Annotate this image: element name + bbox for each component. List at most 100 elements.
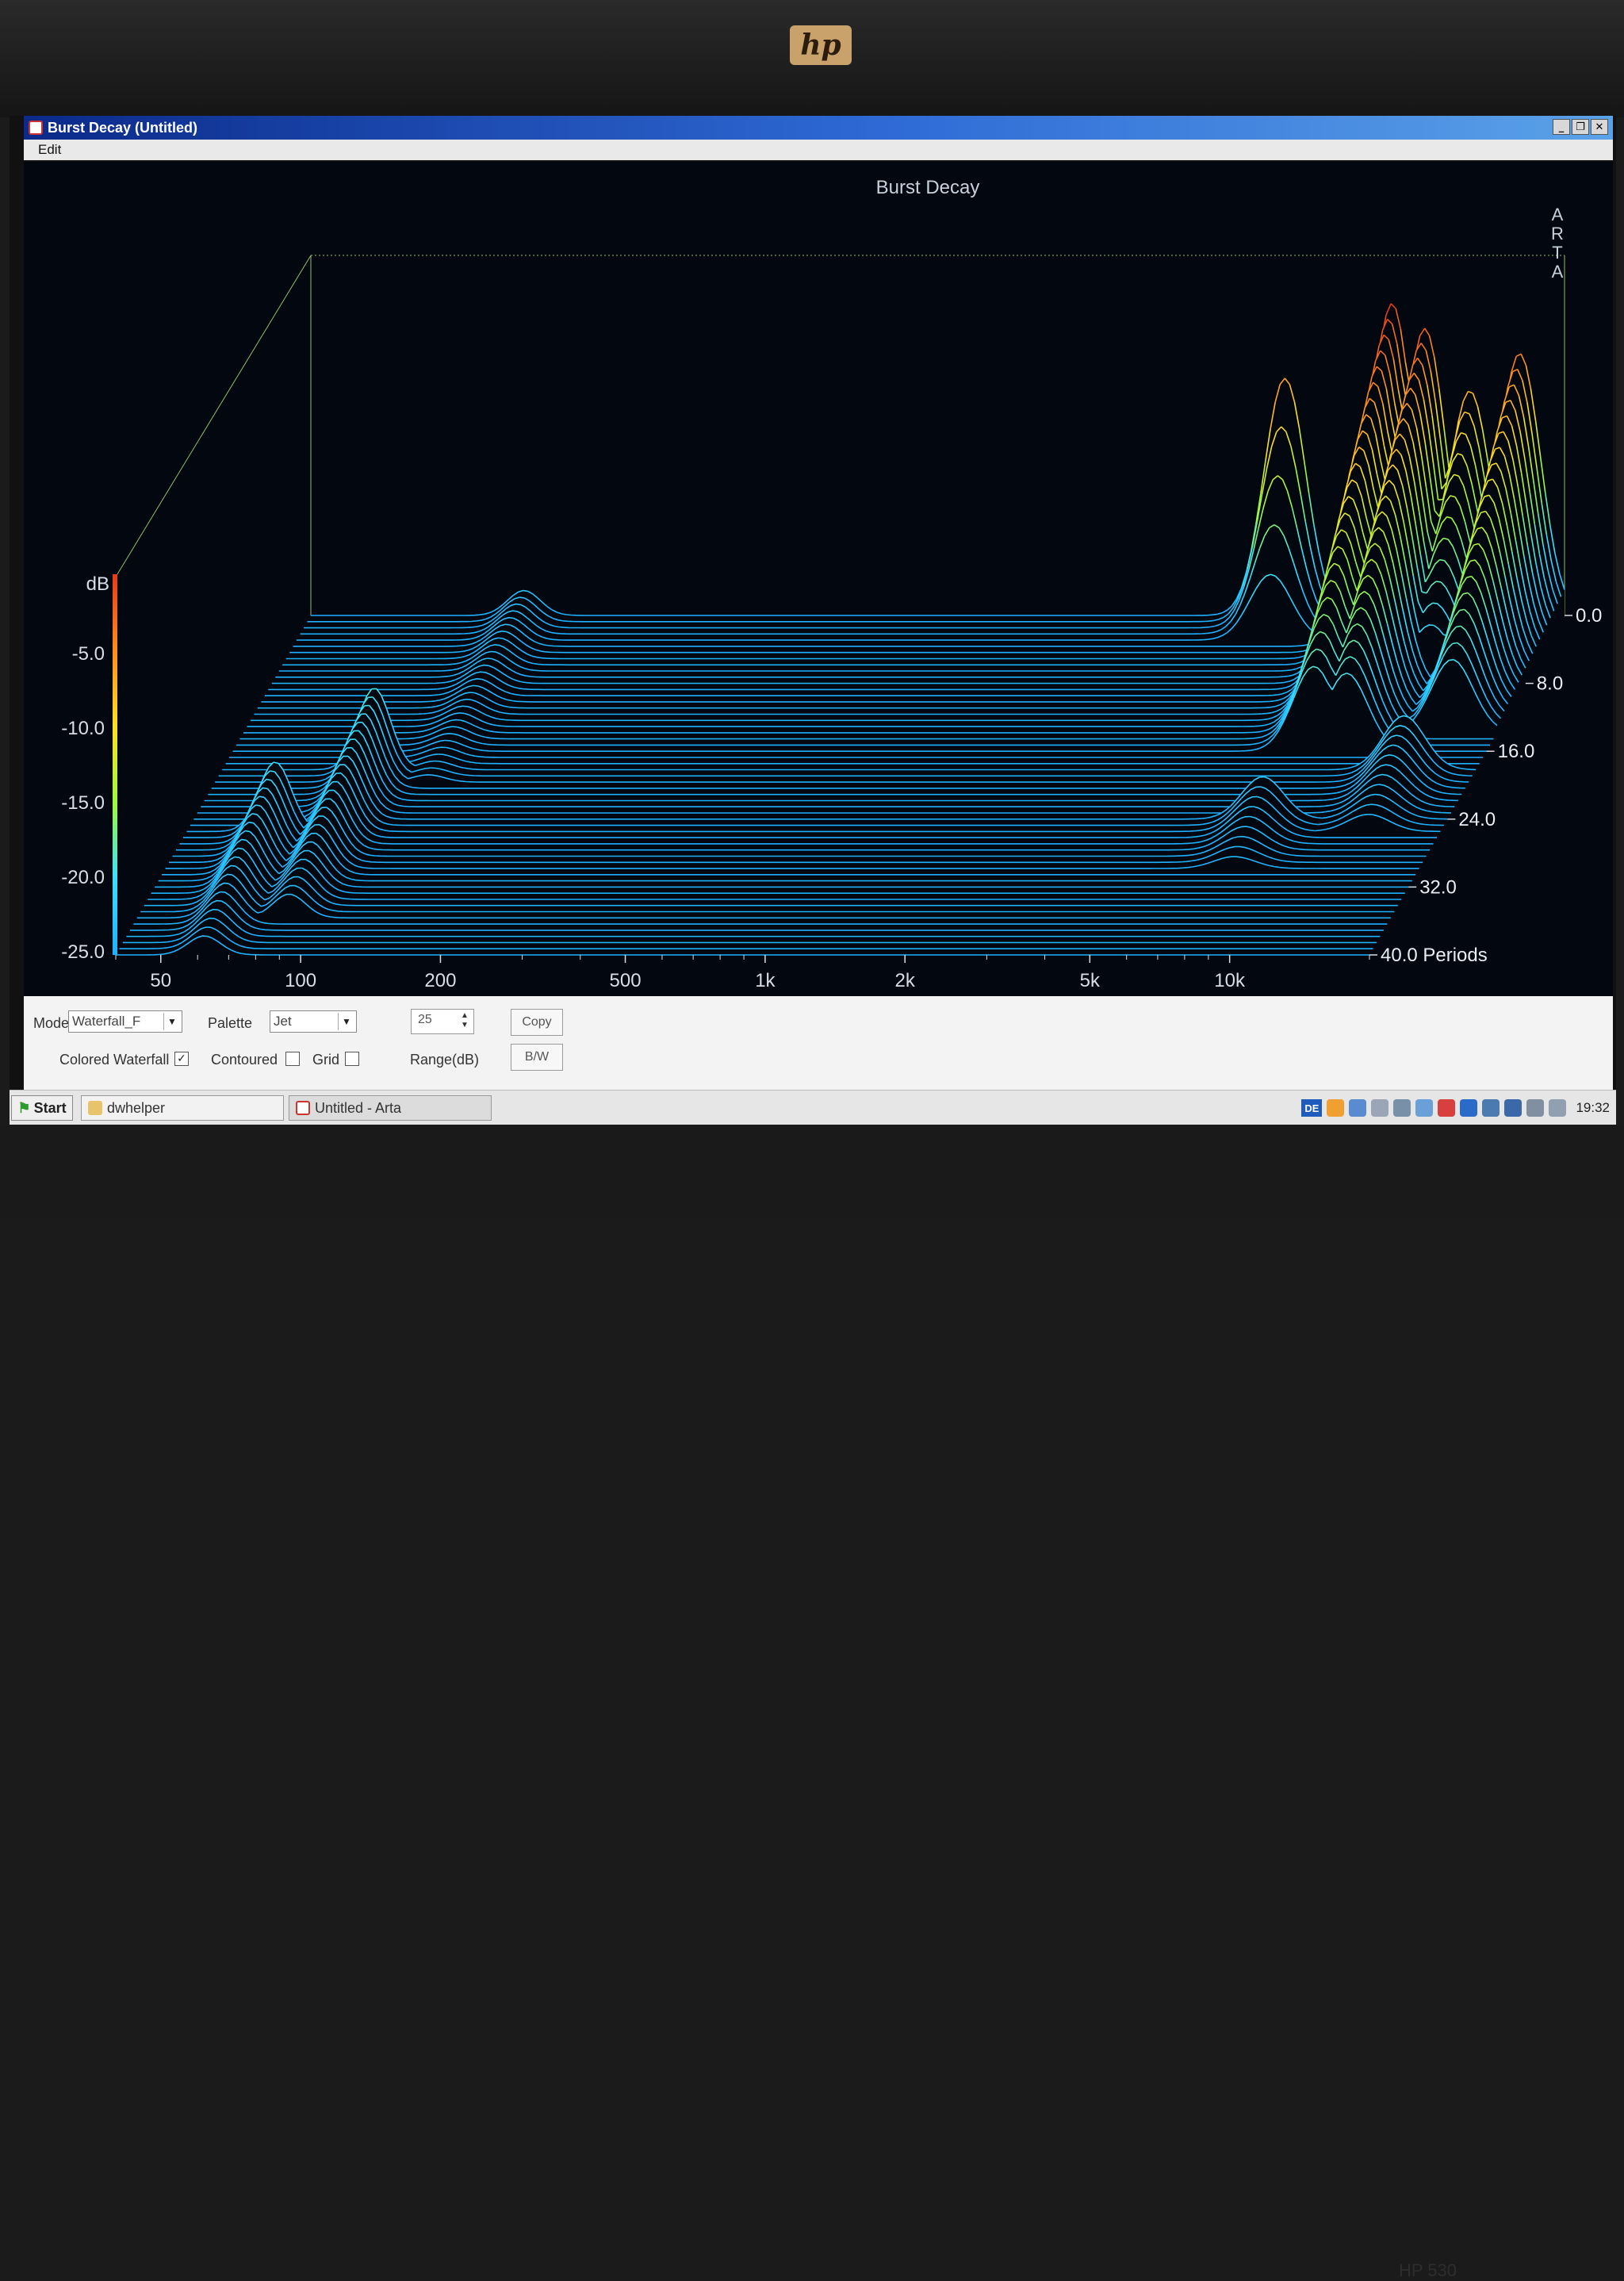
waterfall-slice-line — [377, 843, 1193, 844]
db-color-bar — [113, 574, 117, 955]
waterfall-slice-line — [308, 621, 477, 622]
waterfall-slice-line — [552, 639, 1203, 640]
waterfall-slice-line — [1273, 695, 1277, 696]
grid-checkbox[interactable] — [345, 1052, 359, 1066]
waterfall-slice-line — [1310, 830, 1315, 831]
waterfall-slice-line — [1290, 664, 1295, 665]
palette-select[interactable]: Jet ▼ — [270, 1010, 357, 1033]
hp-logo: hp — [790, 25, 852, 65]
waterfall-slice-line — [1266, 713, 1271, 714]
taskbar-item-dwhelper[interactable]: dwhelper — [81, 1095, 284, 1121]
stepper-arrows-icon[interactable]: ▲▼ — [458, 1011, 472, 1032]
burst-decay-plot[interactable]: Burst DecayARTAdB-5.0-10.0-15.0-20.0-25.… — [24, 162, 1613, 996]
mode-select[interactable]: Waterfall_F ▼ — [68, 1010, 182, 1033]
waterfall-slice-line — [1432, 812, 1451, 813]
waterfall-slice-line — [341, 898, 1402, 899]
maximize-button[interactable]: ❐ — [1572, 119, 1589, 135]
system-tray: DE 19:32 — [1301, 1094, 1616, 1122]
waterfall-slice-line — [1425, 825, 1444, 826]
waterfall-slice-line — [523, 682, 1280, 684]
waterfall-slice-line — [501, 719, 1263, 720]
waterfall-slice-line — [1374, 784, 1379, 785]
waterfall-slice-line — [133, 923, 177, 924]
waterfall-slice-line — [427, 713, 432, 714]
tray-sync-icon[interactable] — [1349, 1099, 1366, 1117]
waterfall-slice-line — [1193, 842, 1197, 843]
waterfall-slice-line — [519, 597, 524, 598]
tray-network-offline-icon[interactable] — [1482, 1099, 1500, 1117]
waterfall-slice-line — [402, 799, 1323, 801]
waterfall-slice-line — [1337, 775, 1342, 776]
waterfall-slice-line — [1188, 867, 1193, 868]
close-button[interactable]: ✕ — [1591, 119, 1608, 135]
waterfall-slice-line — [512, 701, 1270, 702]
language-indicator[interactable]: DE — [1301, 1099, 1322, 1117]
waterfall-slice-line — [430, 701, 435, 702]
minimize-button[interactable]: _ — [1553, 119, 1570, 135]
waterfall-slice-line — [465, 639, 470, 640]
waterfall-slice-line — [544, 645, 549, 646]
waterfall-slice-line — [1203, 639, 1208, 640]
waterfall-slice-line — [1454, 781, 1469, 782]
waterfall-slice-line — [1334, 781, 1339, 782]
waterfall-slice-line — [1303, 843, 1433, 844]
waterfall-slice-line — [347, 885, 1408, 887]
bw-button[interactable]: B/W — [511, 1044, 563, 1071]
waterfall-slice-line — [177, 922, 182, 923]
waterfall-slice-line — [530, 669, 1287, 671]
waterfall-slice-line — [1249, 744, 1254, 745]
tray-volume-icon[interactable] — [1526, 1099, 1544, 1117]
waterfall-slice-line — [1274, 867, 1279, 868]
waterfall-slice-line — [187, 831, 226, 832]
waterfall-slice-line — [1416, 830, 1440, 832]
waterfall-slice-line — [1444, 799, 1458, 800]
copy-button[interactable]: Copy — [511, 1009, 563, 1036]
menu-edit[interactable]: Edit — [38, 142, 61, 158]
waterfall-slice-line — [1190, 854, 1195, 855]
tray-monitor-icon[interactable] — [1371, 1099, 1388, 1117]
tray-pen-icon[interactable] — [1393, 1099, 1411, 1117]
waterfall-slice-line — [462, 645, 467, 646]
waterfall-slice-line — [1447, 794, 1461, 795]
waterfall-slice-line — [1433, 603, 1438, 604]
x-tick-label: 5k — [1080, 970, 1101, 991]
waterfall-slice-line — [491, 738, 1253, 739]
waterfall-slice-line — [183, 837, 222, 838]
window-titlebar[interactable]: Burst Decay (Untitled) _ ❐ ✕ — [24, 116, 1613, 140]
waterfall-slice-line — [313, 787, 318, 788]
waterfall-slice-line — [540, 651, 545, 652]
waterfall-slice-line — [1379, 784, 1384, 785]
tray-network-icon[interactable] — [1327, 1099, 1344, 1117]
waterfall-slice-line — [426, 768, 431, 769]
tray-wireless-icon[interactable] — [1415, 1099, 1433, 1117]
waterfall-slice-line — [1185, 855, 1190, 856]
waterfall-slice-line — [472, 762, 1480, 764]
mode-select-value: Waterfall_F — [72, 1014, 140, 1029]
tray-security-icon[interactable] — [1438, 1099, 1455, 1117]
waterfall-slice-line — [1203, 823, 1208, 824]
taskbar-item-arta[interactable]: Untitled - Arta — [289, 1095, 492, 1121]
range-label: Range(dB) — [410, 1052, 479, 1068]
waterfall-slice-line — [1254, 743, 1258, 744]
range-stepper[interactable]: 25 ▲▼ — [411, 1009, 474, 1034]
waterfall-slice-line — [406, 793, 1327, 795]
y-tick-label: 16.0 — [1498, 741, 1535, 762]
waterfall-slice-line — [251, 720, 419, 721]
tray-lan-icon[interactable] — [1504, 1099, 1522, 1117]
waterfall-slice-line — [420, 725, 425, 726]
waterfall-slice-line — [245, 831, 250, 832]
chevron-down-icon: ▼ — [163, 1013, 180, 1030]
folder-icon — [88, 1101, 102, 1115]
tray-display-icon[interactable] — [1460, 1099, 1477, 1117]
windows-flag-icon: ⚑ — [17, 1100, 30, 1117]
waterfall-slice-fill — [116, 936, 1369, 956]
window-title: Burst Decay (Untitled) — [48, 120, 197, 136]
waterfall-slice-line — [1389, 755, 1394, 756]
waterfall-slice-line — [225, 830, 230, 831]
colored-waterfall-checkbox[interactable]: ✓ — [174, 1052, 189, 1066]
start-button[interactable]: ⚑ Start — [11, 1095, 73, 1121]
waterfall-slice-line — [392, 818, 1202, 819]
tray-power-icon[interactable] — [1549, 1099, 1566, 1117]
waterfall-slice-line — [515, 695, 1273, 696]
contoured-checkbox[interactable] — [285, 1052, 300, 1066]
